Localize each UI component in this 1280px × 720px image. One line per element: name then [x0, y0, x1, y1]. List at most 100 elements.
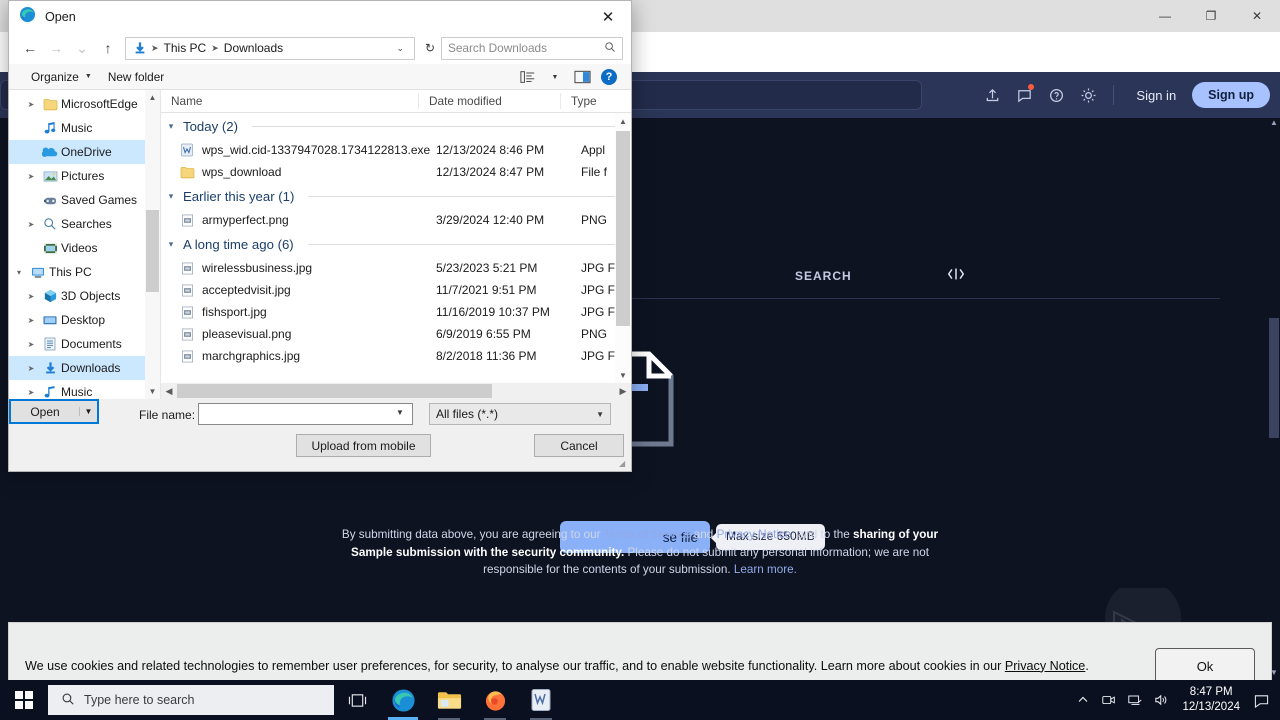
file-group-header[interactable]: ▾ Earlier this year (1) [161, 183, 631, 209]
open-button[interactable]: Open ▼ [9, 399, 99, 424]
tree-item-desktop[interactable]: ➤ Desktop [9, 308, 160, 332]
search-downloads-input[interactable]: Search Downloads [441, 36, 623, 60]
taskbar-search-box[interactable]: Type here to search [48, 685, 334, 715]
expand-chevron-icon[interactable]: ➤ [23, 364, 39, 373]
collapse-chevron-icon[interactable]: ▾ [165, 121, 177, 132]
tree-item-music[interactable]: Music [9, 116, 160, 140]
scroll-up-arrow-icon[interactable]: ▲ [615, 113, 631, 129]
upload-icon[interactable] [979, 82, 1005, 108]
file-group-header[interactable]: ▾ A long time ago (6) [161, 231, 631, 257]
theme-brightness-icon[interactable] [1075, 82, 1101, 108]
expand-chevron-icon[interactable]: ➤ [23, 388, 39, 397]
maximize-button[interactable]: ❐ [1188, 0, 1234, 32]
action-center-icon[interactable] [1248, 680, 1274, 720]
file-type-select[interactable]: All files (*.*) ▼ [429, 403, 611, 425]
privacy-notice-link[interactable]: Privacy Notice [717, 528, 792, 541]
page-scrollbar-thumb[interactable] [1269, 318, 1279, 438]
tree-item-this-pc[interactable]: ▾ This PC [9, 260, 160, 284]
column-header-name[interactable]: Name [161, 93, 418, 109]
windows-start-icon[interactable] [0, 680, 48, 720]
table-row[interactable]: wps_wid.cid-1337947028.1734122813.exe 12… [161, 139, 631, 161]
file-group-header[interactable]: ▾ Today (2) [161, 113, 631, 139]
expand-chevron-icon[interactable]: ➤ [23, 316, 39, 325]
volume-icon[interactable] [1148, 680, 1174, 720]
wps-taskbar-icon[interactable] [518, 680, 564, 720]
expand-chevron-icon[interactable]: ➤ [23, 220, 39, 229]
navigation-pane-scrollbar[interactable]: ▲ ▼ [145, 90, 160, 399]
tree-item-music-2[interactable]: ➤ Music [9, 380, 160, 399]
camera-icon[interactable] [1096, 680, 1122, 720]
tree-item-videos[interactable]: Videos [9, 236, 160, 260]
table-row[interactable]: fishsport.jpg 11/16/2019 10:37 PM JPG F [161, 301, 631, 323]
scroll-up-arrow-icon[interactable]: ▲ [145, 90, 160, 105]
chevron-down-icon[interactable]: ⌄ [390, 43, 410, 54]
expand-chevron-icon[interactable]: ➤ [23, 172, 39, 181]
sign-in-button[interactable]: Sign in [1126, 84, 1186, 107]
file-list-vertical-scrollbar[interactable]: ▲ ▼ [615, 113, 631, 383]
page-scroll-up-arrow[interactable]: ▲ [1269, 118, 1279, 130]
edge-taskbar-icon[interactable] [380, 680, 426, 720]
scroll-left-arrow-icon[interactable]: ◀ [161, 383, 177, 399]
recent-locations-button[interactable]: ⌄ [69, 36, 95, 60]
up-one-level-button[interactable]: ↑ [95, 36, 121, 60]
firefox-taskbar-icon[interactable] [472, 680, 518, 720]
upload-from-mobile-button[interactable]: Upload from mobile [296, 434, 431, 457]
expand-chevron-icon[interactable]: ➤ [23, 340, 39, 349]
back-button[interactable]: ← [17, 36, 43, 60]
task-view-icon[interactable] [334, 680, 380, 720]
code-brackets-icon[interactable] [946, 266, 966, 287]
resize-grip-icon[interactable]: ◢ [619, 459, 629, 469]
table-row[interactable]: wps_download 12/13/2024 8:47 PM File f [161, 161, 631, 183]
file-name-input[interactable] [198, 403, 413, 425]
hscroll-track[interactable] [177, 383, 615, 399]
table-row[interactable]: marchgraphics.jpg 8/2/2018 11:36 PM JPG … [161, 345, 631, 367]
tree-item-pictures[interactable]: ➤ Pictures [9, 164, 160, 188]
collapse-chevron-icon[interactable]: ▾ [165, 191, 177, 202]
new-folder-button[interactable]: New folder [100, 66, 172, 88]
breadcrumb-downloads[interactable]: Downloads [220, 41, 287, 55]
tree-item-onedrive[interactable]: OneDrive [9, 140, 160, 164]
network-icon[interactable] [1122, 680, 1148, 720]
sign-up-button[interactable]: Sign up [1192, 82, 1270, 108]
collapse-chevron-icon[interactable]: ▾ [165, 239, 177, 250]
tree-item-microsoftedge[interactable]: ➤ MicrosoftEdge [9, 92, 160, 116]
scrollbar-thumb[interactable] [616, 131, 630, 326]
breadcrumb[interactable]: ➤ This PC ➤ Downloads ⌄ [125, 36, 415, 60]
cookie-ok-button[interactable]: Ok [1155, 648, 1255, 680]
taskbar-clock[interactable]: 8:47 PM 12/13/2024 [1174, 685, 1248, 715]
open-split-chevron-icon[interactable]: ▼ [79, 407, 97, 416]
cancel-button[interactable]: Cancel [534, 434, 624, 457]
view-chevron-down-icon[interactable]: ▼ [543, 66, 567, 88]
help-icon[interactable] [1043, 82, 1069, 108]
preview-pane-icon[interactable] [570, 66, 594, 88]
cookie-privacy-notice-link[interactable]: Privacy Notice [1005, 659, 1085, 673]
tree-item-documents[interactable]: ➤ Documents [9, 332, 160, 356]
column-header-date-modified[interactable]: Date modified [418, 93, 560, 109]
dialog-close-button[interactable]: ✕ [585, 1, 631, 32]
help-icon[interactable]: ? [597, 66, 621, 88]
breadcrumb-this-pc[interactable]: This PC [160, 41, 211, 55]
tree-item-searches[interactable]: ➤ Searches [9, 212, 160, 236]
tree-item-saved-games[interactable]: Saved Games [9, 188, 160, 212]
table-row[interactable]: pleasevisual.png 6/9/2019 6:55 PM PNG [161, 323, 631, 345]
expand-chevron-icon[interactable]: ➤ [23, 292, 39, 301]
file-explorer-taskbar-icon[interactable] [426, 680, 472, 720]
scrollbar-thumb[interactable] [177, 384, 492, 398]
feedback-icon[interactable] [1011, 82, 1037, 108]
column-header-type[interactable]: Type [560, 93, 620, 109]
terms-of-service-link[interactable]: Terms of Service [604, 528, 691, 541]
scroll-down-arrow-icon[interactable]: ▼ [145, 384, 160, 399]
file-list-horizontal-scrollbar[interactable]: ◀ ▶ [161, 383, 631, 399]
organize-button[interactable]: Organize ▼ [23, 66, 100, 88]
close-button[interactable]: ✕ [1234, 0, 1280, 32]
collapse-chevron-icon[interactable]: ▾ [11, 268, 27, 277]
table-row[interactable]: acceptedvisit.jpg 11/7/2021 9:51 PM JPG … [161, 279, 631, 301]
table-row[interactable]: armyperfect.png 3/29/2024 12:40 PM PNG [161, 209, 631, 231]
scroll-right-arrow-icon[interactable]: ▶ [615, 383, 631, 399]
expand-chevron-icon[interactable]: ➤ [23, 100, 39, 109]
refresh-button[interactable]: ↻ [419, 41, 441, 55]
learn-more-link[interactable]: Learn more. [734, 563, 797, 576]
tree-item-3d-objects[interactable]: ➤ 3D Objects [9, 284, 160, 308]
forward-button[interactable]: → [43, 36, 69, 60]
minimize-button[interactable]: — [1142, 0, 1188, 32]
